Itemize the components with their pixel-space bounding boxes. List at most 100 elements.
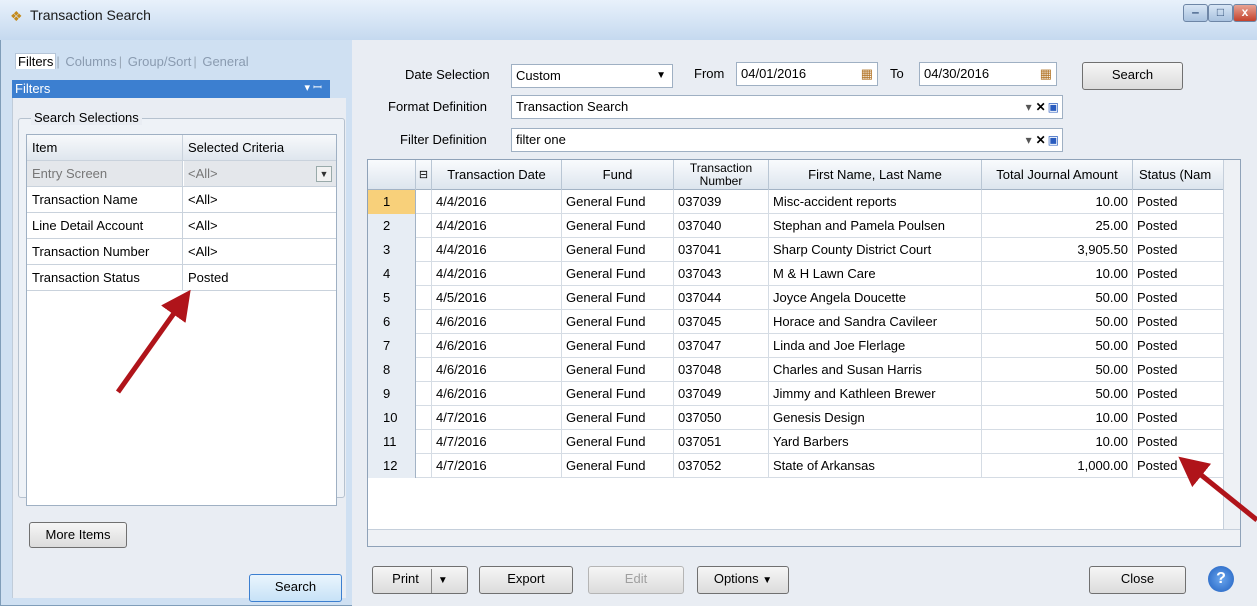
cell-amount[interactable]: 10.00 — [982, 430, 1133, 454]
cell-number[interactable]: 037040 — [674, 214, 769, 238]
help-icon[interactable]: ? — [1208, 566, 1234, 592]
row-spacer[interactable] — [416, 406, 432, 430]
row-number[interactable]: 8 — [368, 358, 416, 382]
row-spacer[interactable] — [416, 430, 432, 454]
table-row[interactable]: 2 4/4/2016 General Fund 037040 Stephan and P… — [368, 214, 1240, 238]
cell-name[interactable]: Misc-accident reports — [769, 190, 982, 214]
cell-fund[interactable]: General Fund — [562, 430, 674, 454]
date-selection-combo[interactable]: Custom ▼ — [511, 64, 673, 88]
cell-name[interactable]: M & H Lawn Care — [769, 262, 982, 286]
criteria-column-header[interactable]: Selected Criteria — [184, 135, 336, 160]
cell-number[interactable]: 037051 — [674, 430, 769, 454]
column-header-name[interactable]: First Name, Last Name — [769, 160, 982, 190]
row-selector-header[interactable] — [368, 160, 416, 190]
maximize-button[interactable]: □ — [1208, 4, 1233, 22]
cell-name[interactable]: State of Arkansas — [769, 454, 982, 478]
calendar-icon[interactable]: ▦ — [1040, 63, 1052, 85]
row-spacer[interactable] — [416, 238, 432, 262]
chevron-down-icon[interactable]: ▾ — [1026, 100, 1032, 114]
row-spacer[interactable] — [416, 286, 432, 310]
table-row[interactable]: 1 4/4/2016 General Fund 037039 Misc-accident… — [368, 190, 1240, 214]
cell-fund[interactable]: General Fund — [562, 454, 674, 478]
clear-icon[interactable]: ✕ — [1036, 133, 1046, 147]
cell-name[interactable]: Charles and Susan Harris — [769, 358, 982, 382]
cell-number[interactable]: 037049 — [674, 382, 769, 406]
from-date-field[interactable]: 04/01/2016 ▦ — [736, 62, 878, 86]
cell-number[interactable]: 037041 — [674, 238, 769, 262]
column-header-amount[interactable]: Total Journal Amount — [982, 160, 1133, 190]
cell-status[interactable]: Posted — [1133, 262, 1225, 286]
calendar-icon[interactable]: ▦ — [861, 63, 873, 85]
to-date-field[interactable]: 04/30/2016 ▦ — [919, 62, 1057, 86]
cell-fund[interactable]: General Fund — [562, 262, 674, 286]
more-items-button[interactable]: More Items — [29, 522, 127, 548]
save-icon[interactable]: ▣ — [1048, 133, 1059, 147]
row-spacer[interactable] — [416, 358, 432, 382]
row-spacer[interactable] — [416, 310, 432, 334]
cell-amount[interactable]: 3,905.50 — [982, 238, 1133, 262]
save-icon[interactable]: ▣ — [1048, 100, 1059, 114]
top-search-button[interactable]: Search — [1082, 62, 1183, 90]
collapse-icon[interactable]: ⊟ — [416, 160, 432, 190]
cell-status[interactable]: Posted — [1133, 238, 1225, 262]
cell-status[interactable]: Posted — [1133, 358, 1225, 382]
table-row[interactable]: 10 4/7/2016 General Fund 037050 Genesis Desi… — [368, 406, 1240, 430]
cell-status[interactable]: Posted — [1133, 334, 1225, 358]
table-row[interactable]: 12 4/7/2016 General Fund 037052 State of Ark… — [368, 454, 1240, 478]
tab-general[interactable]: General — [200, 54, 250, 69]
cell-date[interactable]: 4/7/2016 — [432, 430, 562, 454]
row-number[interactable]: 5 — [368, 286, 416, 310]
cell-number[interactable]: 037052 — [674, 454, 769, 478]
print-button[interactable]: Print ▼ — [372, 566, 468, 594]
pin-icon[interactable]: ▾ ꟷ — [304, 80, 322, 97]
cell-number[interactable]: 037045 — [674, 310, 769, 334]
table-row[interactable]: 4 4/4/2016 General Fund 037043 M & H Lawn Ca… — [368, 262, 1240, 286]
cell-status[interactable]: Posted — [1133, 406, 1225, 430]
cell-fund[interactable]: General Fund — [562, 190, 674, 214]
row-number[interactable]: 10 — [368, 406, 416, 430]
cell-date[interactable]: 4/4/2016 — [432, 262, 562, 286]
cell-number[interactable]: 037039 — [674, 190, 769, 214]
filter-row[interactable]: Transaction Status Posted — [27, 265, 336, 291]
clear-icon[interactable]: ✕ — [1036, 100, 1046, 114]
cell-amount[interactable]: 10.00 — [982, 406, 1133, 430]
cell-date[interactable]: 4/4/2016 — [432, 214, 562, 238]
filter-criteria[interactable]: <All> — [184, 213, 336, 238]
cell-amount[interactable]: 50.00 — [982, 334, 1133, 358]
cell-number[interactable]: 037050 — [674, 406, 769, 430]
cell-date[interactable]: 4/7/2016 — [432, 406, 562, 430]
filter-row[interactable]: Entry Screen <All> ▼ — [27, 161, 336, 187]
cell-name[interactable]: Linda and Joe Flerlage — [769, 334, 982, 358]
chevron-down-icon[interactable]: ▼ — [430, 569, 448, 593]
tab-filters[interactable]: Filters — [15, 53, 57, 69]
cell-fund[interactable]: General Fund — [562, 238, 674, 262]
cell-fund[interactable]: General Fund — [562, 214, 674, 238]
filter-criteria[interactable]: <All> — [184, 187, 336, 212]
edit-button[interactable]: Edit — [588, 566, 684, 594]
row-spacer[interactable] — [416, 334, 432, 358]
row-number[interactable]: 3 — [368, 238, 416, 262]
tab-group-sort[interactable]: Group/Sort — [126, 54, 194, 69]
column-header-status[interactable]: Status (Nam — [1133, 160, 1225, 190]
filter-criteria[interactable]: <All> ▼ — [184, 161, 336, 186]
chevron-down-icon[interactable]: ▼ — [656, 65, 666, 87]
cell-fund[interactable]: General Fund — [562, 358, 674, 382]
close-button[interactable]: Close — [1089, 566, 1186, 594]
cell-number[interactable]: 037047 — [674, 334, 769, 358]
cell-status[interactable]: Posted — [1133, 430, 1225, 454]
cell-fund[interactable]: General Fund — [562, 382, 674, 406]
filter-criteria[interactable]: Posted — [184, 265, 336, 290]
cell-status[interactable]: Posted — [1133, 214, 1225, 238]
cell-date[interactable]: 4/6/2016 — [432, 334, 562, 358]
cell-number[interactable]: 037048 — [674, 358, 769, 382]
row-number[interactable]: 6 — [368, 310, 416, 334]
row-spacer[interactable] — [416, 214, 432, 238]
cell-amount[interactable]: 10.00 — [982, 190, 1133, 214]
column-header-fund[interactable]: Fund — [562, 160, 674, 190]
row-spacer[interactable] — [416, 454, 432, 478]
row-number[interactable]: 7 — [368, 334, 416, 358]
tab-columns[interactable]: Columns — [63, 54, 118, 69]
left-search-button[interactable]: Search — [249, 574, 342, 602]
row-number[interactable]: 11 — [368, 430, 416, 454]
chevron-down-icon[interactable]: ▼ — [316, 166, 332, 182]
